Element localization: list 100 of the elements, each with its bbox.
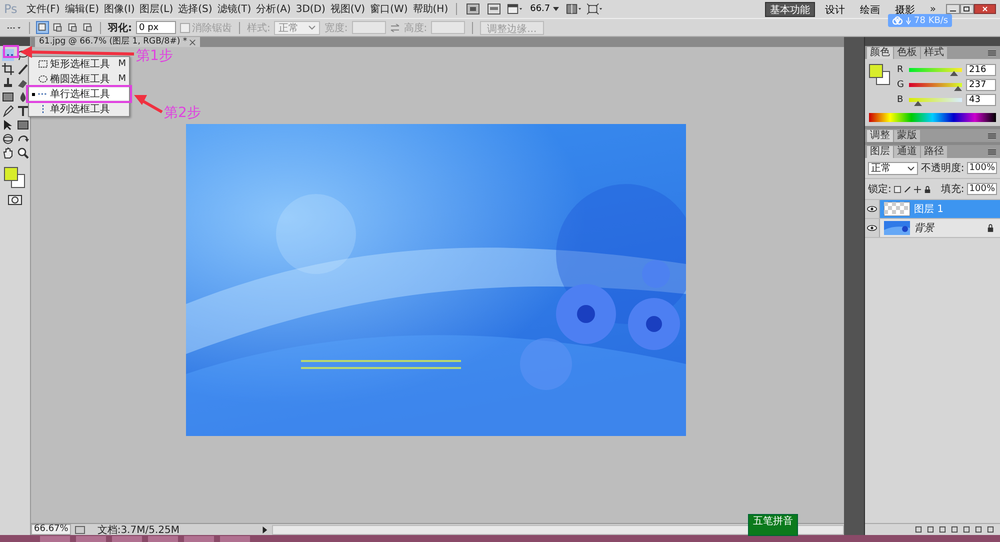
- minimize-icon[interactable]: [946, 4, 960, 14]
- menu-item[interactable]: 视图(V): [330, 2, 366, 16]
- panel-tab[interactable]: 图层: [867, 146, 893, 158]
- hand-tool-icon[interactable]: [2, 147, 14, 159]
- slider-thumb[interactable]: [950, 71, 958, 76]
- step-label: 第2步: [164, 104, 201, 122]
- lock-icon[interactable]: [924, 186, 932, 192]
- menu-item[interactable]: 帮助(H): [412, 2, 448, 16]
- width-label: 宽度:: [324, 22, 348, 34]
- rect-tool-icon[interactable]: [16, 119, 28, 131]
- tool-menu-item[interactable]: 单行选框工具: [29, 88, 129, 100]
- pen-tool-icon[interactable]: [2, 105, 14, 117]
- menu-item[interactable]: 选择(S): [178, 2, 212, 16]
- tool-menu-item[interactable]: 矩形选框工具 M: [29, 58, 129, 70]
- bridge-icon[interactable]: [465, 3, 482, 15]
- brush-tool-icon[interactable]: [16, 63, 28, 75]
- app-logo: Ps: [4, 2, 18, 16]
- layer-name: 背景: [914, 222, 934, 235]
- caret-icon: [553, 7, 560, 11]
- fill-field[interactable]: 100%: [967, 183, 997, 195]
- lock-transparency-icon[interactable]: [894, 186, 902, 192]
- panel-tab[interactable]: 样式: [921, 47, 947, 59]
- crop-tool-icon[interactable]: [2, 63, 14, 75]
- horizontal-scrollbar[interactable]: [272, 524, 844, 534]
- type-tool-icon[interactable]: [16, 105, 28, 117]
- menu-item[interactable]: 文件(F): [26, 2, 60, 16]
- highlight-frame: [3, 45, 19, 58]
- panel-menu-icon[interactable]: [988, 133, 996, 139]
- arrange-documents-icon[interactable]: [566, 3, 582, 15]
- workspace-button[interactable]: 绘画: [854, 2, 885, 16]
- shape3d-tool-icon[interactable]: [2, 133, 14, 145]
- workspace-button[interactable]: 基本功能: [764, 2, 815, 16]
- eye-icon[interactable]: [867, 225, 877, 231]
- color-swatches[interactable]: [4, 167, 26, 189]
- menu-item[interactable]: 图层(L): [140, 2, 174, 16]
- menu-item[interactable]: 3D(D): [296, 4, 326, 14]
- lock-position-icon[interactable]: [914, 186, 922, 192]
- channel-label: B: [897, 95, 904, 105]
- selected-bullet-icon: [32, 92, 35, 96]
- workspace-button[interactable]: 摄影: [890, 2, 920, 16]
- close-icon[interactable]: [189, 38, 196, 46]
- close-icon[interactable]: [974, 4, 996, 14]
- ime-label[interactable]: 五笔拼音: [753, 516, 793, 527]
- selection-mode-icon[interactable]: [37, 22, 48, 33]
- status-menu-icon[interactable]: [261, 526, 268, 534]
- panel-menu-icon[interactable]: [988, 50, 996, 56]
- menu-item[interactable]: 编辑(E): [64, 2, 99, 16]
- zoom-field[interactable]: 66.67%: [31, 524, 72, 535]
- feather-field[interactable]: 0 px: [136, 21, 176, 34]
- panel-menu-icon[interactable]: [988, 149, 996, 155]
- lock-pixels-icon[interactable]: [904, 186, 912, 192]
- opacity-field[interactable]: 100%: [967, 162, 997, 174]
- transparency-thumbnail: [884, 202, 910, 216]
- slider-thumb[interactable]: [914, 101, 922, 106]
- channel-value-field[interactable]: 237: [966, 79, 996, 91]
- menu-item[interactable]: 分析(A): [256, 2, 291, 16]
- panel-tab[interactable]: 路径: [921, 146, 947, 158]
- stamp-tool-icon[interactable]: [2, 77, 14, 89]
- layer-name: 图层 1: [914, 203, 944, 216]
- menu-item[interactable]: 滤镜(T): [217, 2, 252, 16]
- layer-row[interactable]: 背景: [865, 219, 1000, 238]
- tool-menu-item[interactable]: 单列选框工具: [29, 103, 129, 115]
- color-swatches[interactable]: [869, 64, 891, 86]
- style-label: 样式:: [247, 22, 270, 34]
- eraser-tool-icon[interactable]: [16, 77, 28, 89]
- screen-mode-icon[interactable]: [587, 3, 604, 15]
- quick-mask-icon[interactable]: [8, 195, 22, 205]
- channel-value-field[interactable]: 43: [966, 94, 996, 106]
- panel-tab[interactable]: 通道: [894, 146, 920, 158]
- panel-tab[interactable]: 颜色: [867, 47, 893, 59]
- menu-item[interactable]: 窗口(W): [370, 2, 408, 16]
- pointer-arrow: [134, 95, 163, 114]
- channel-value-field[interactable]: 216: [966, 64, 996, 76]
- document-tab[interactable]: 61.jpg @ 66.7% (图层 1, RGB/8#) *: [35, 37, 200, 47]
- panel-tab[interactable]: 调整: [867, 130, 893, 142]
- menu-item[interactable]: 图像(I): [104, 2, 135, 16]
- width-field[interactable]: [352, 21, 386, 34]
- view-extras-icon[interactable]: [507, 3, 524, 15]
- download-speed: 78 KB/s: [914, 16, 948, 26]
- channel-label: G: [897, 80, 905, 90]
- panel-tab[interactable]: 色板: [894, 47, 920, 59]
- caret-icon: [308, 25, 316, 30]
- selection-mode-icon[interactable]: [82, 22, 93, 33]
- more-workspaces-button[interactable]: »: [924, 0, 941, 18]
- workspace-button[interactable]: 设计: [820, 2, 850, 16]
- zoom-dropdown[interactable]: 66.7: [528, 4, 562, 14]
- panel-tab[interactable]: 蒙版: [894, 130, 920, 142]
- tool-menu-item[interactable]: 椭圆选框工具 M: [29, 73, 129, 85]
- zoom-tool-icon[interactable]: [16, 147, 28, 159]
- selection-mode-icon[interactable]: [52, 22, 63, 33]
- gradient-tool-icon[interactable]: [2, 91, 14, 103]
- blend-mode-dropdown[interactable]: 正常: [868, 162, 918, 174]
- height-field[interactable]: [431, 21, 466, 34]
- arrow-tool-icon[interactable]: [2, 119, 14, 131]
- lasso-tool-icon[interactable]: [16, 49, 28, 61]
- restore-icon[interactable]: [960, 4, 974, 14]
- mini-bridge-icon[interactable]: [486, 3, 502, 15]
- color-spectrum[interactable]: [869, 113, 996, 122]
- selection-mode-icon[interactable]: [67, 22, 78, 33]
- eye-icon[interactable]: [867, 206, 877, 212]
